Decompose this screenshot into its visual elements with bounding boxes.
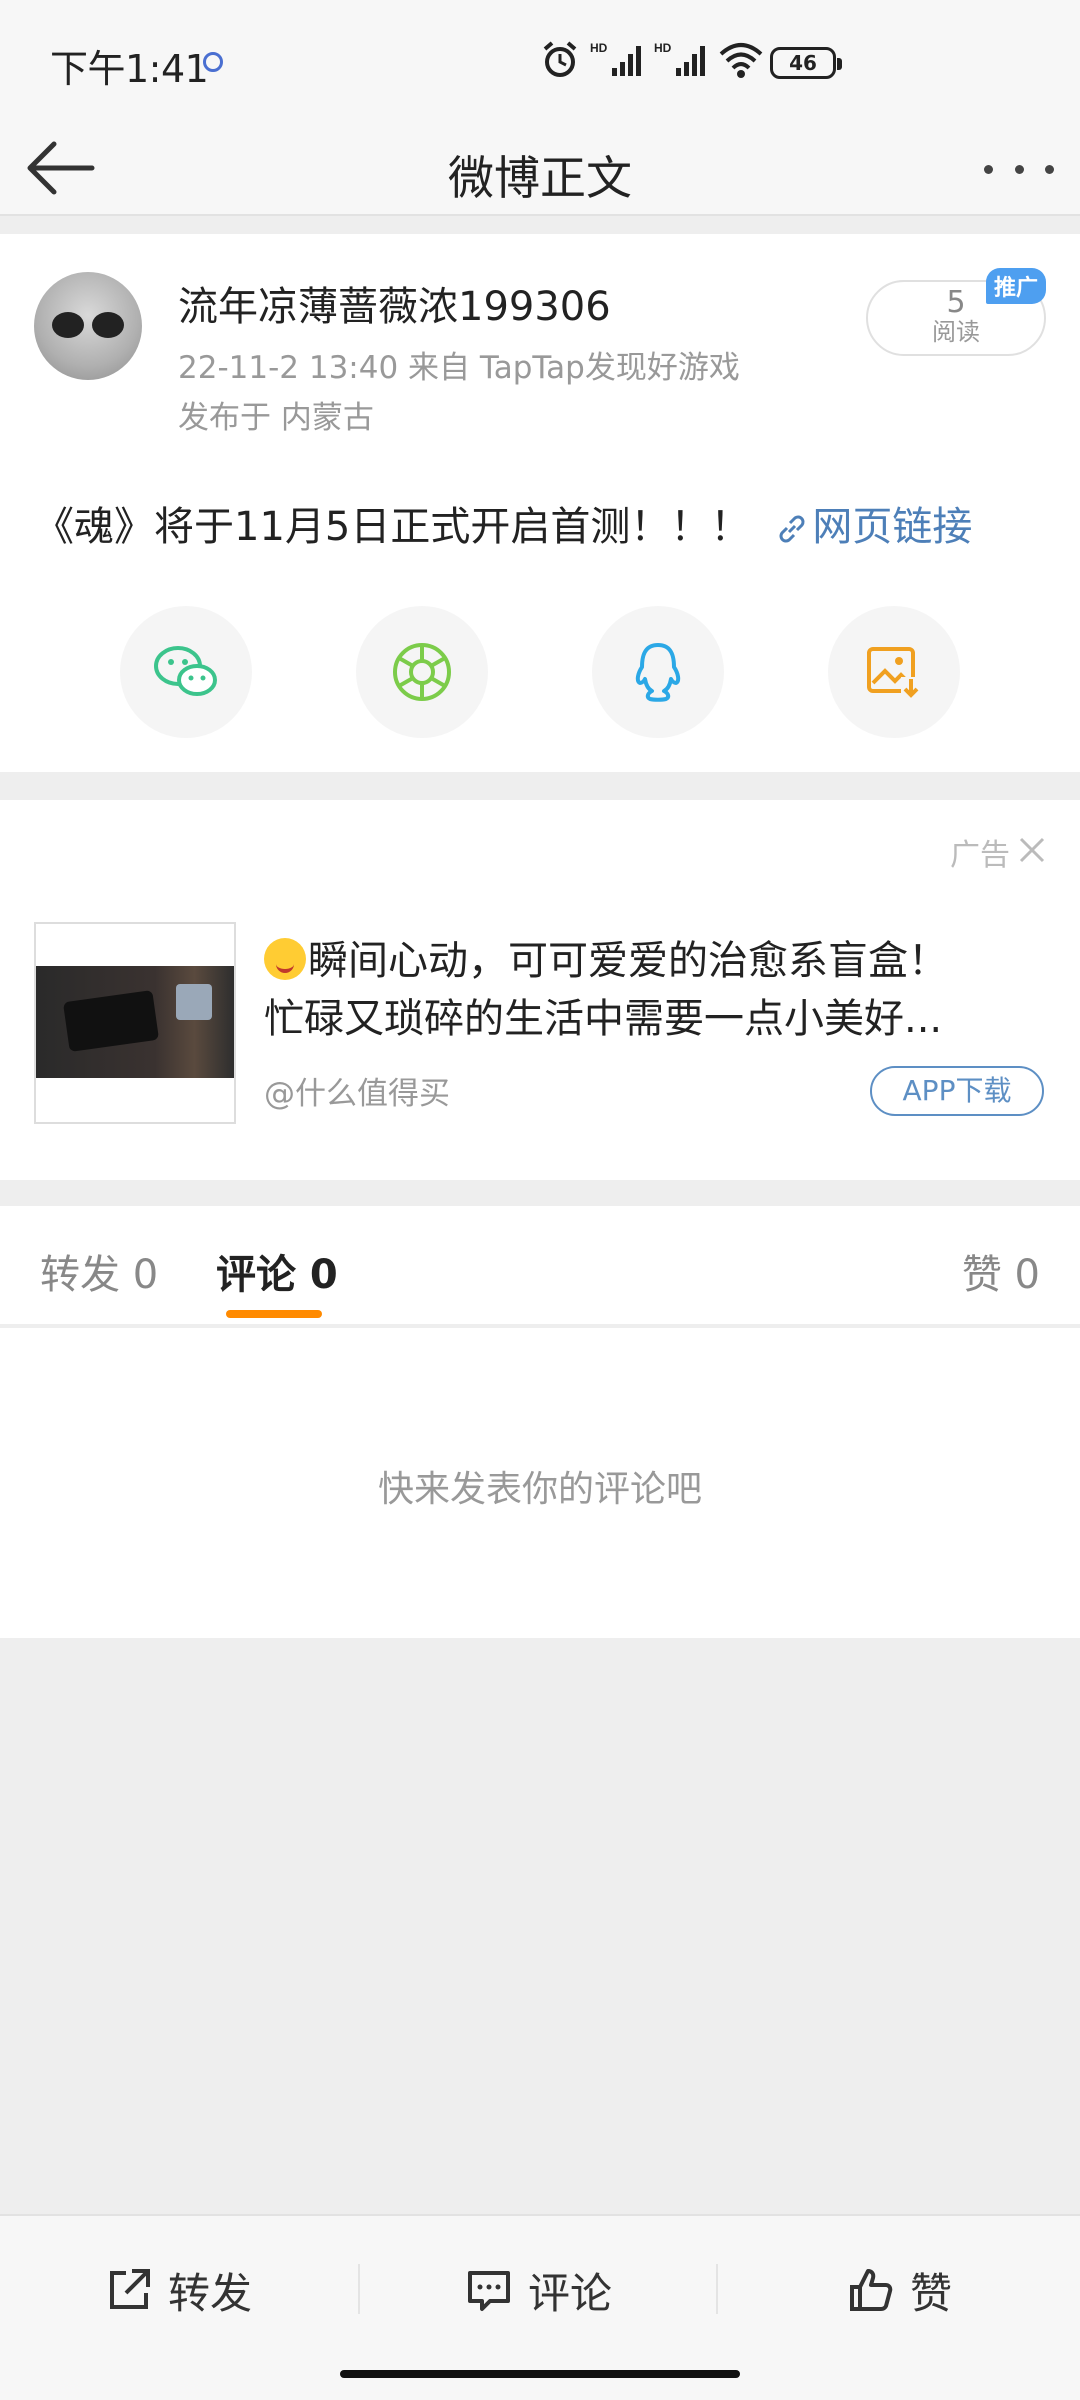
status-icons: HD HD bbox=[540, 40, 764, 80]
tab-like[interactable]: 赞 0 bbox=[962, 1242, 1040, 1300]
comment-icon bbox=[468, 2271, 510, 2311]
battery-icon: 46 bbox=[770, 47, 842, 79]
divider bbox=[716, 2264, 718, 2314]
thumbs-up-icon bbox=[850, 2269, 893, 2311]
comments-area: 快来发表你的评论吧 bbox=[0, 1328, 1080, 1638]
ad-title-line1: 瞬间心动，可可爱爱的治愈系盲盒！ bbox=[308, 938, 948, 984]
more-icon[interactable] bbox=[984, 154, 1054, 184]
link-icon bbox=[779, 515, 805, 543]
like-label: 赞 bbox=[910, 2268, 953, 2318]
wechat-icon bbox=[154, 646, 217, 696]
svg-text:HD: HD bbox=[654, 41, 672, 55]
top-nav-bar: 微博正文 bbox=[0, 120, 1080, 216]
ad-card[interactable]: 广告 瞬间心动，可可爱爱的治愈系盲盒！ 忙碌又琐碎的生活中需要一点小美好... … bbox=[0, 800, 1080, 1180]
status-bar: 下午1:41 HD HD 46 bbox=[0, 0, 1080, 120]
save-image-icon bbox=[867, 647, 921, 699]
ad-title-line2: 忙碌又琐碎的生活中需要一点小美好... bbox=[264, 996, 943, 1042]
hd-signal-icon: HD bbox=[590, 40, 644, 80]
alarm-icon bbox=[540, 40, 580, 80]
hd-signal-icon: HD bbox=[654, 40, 708, 80]
empty-comments-hint: 快来发表你的评论吧 bbox=[377, 1469, 702, 1510]
ad-label: 广告 bbox=[950, 838, 1010, 873]
share-moments-button[interactable] bbox=[356, 606, 488, 738]
ad-title[interactable]: 瞬间心动，可可爱爱的治愈系盲盒！ 忙碌又琐碎的生活中需要一点小美好... bbox=[264, 932, 1024, 1048]
comment-button[interactable]: 评论 bbox=[464, 2262, 612, 2318]
moments-icon bbox=[393, 643, 451, 701]
interaction-tabs: 转发 0 评论 0 赞 0 bbox=[0, 1206, 1080, 1326]
share-wechat-button[interactable] bbox=[120, 606, 252, 738]
battery-level: 46 bbox=[789, 51, 817, 75]
qq-icon bbox=[635, 643, 681, 702]
grinning-emoji-icon bbox=[264, 938, 306, 980]
post-text: 《魂》将于11月5日正式开启首测！！！ 网页链接 bbox=[34, 494, 972, 552]
share-qq-button[interactable] bbox=[592, 606, 724, 738]
tab-comment[interactable]: 评论 0 bbox=[216, 1242, 338, 1300]
post-body: 《魂》将于11月5日正式开启首测！！！ bbox=[34, 504, 751, 550]
tab-repost[interactable]: 转发 0 bbox=[40, 1242, 158, 1300]
post-location: 发布于 内蒙古 bbox=[178, 400, 374, 436]
username[interactable]: 流年凉薄蔷薇浓199306 bbox=[178, 274, 611, 332]
divider bbox=[358, 2264, 360, 2314]
active-tab-indicator bbox=[226, 1310, 322, 1318]
app-download-button[interactable]: APP下载 bbox=[870, 1066, 1044, 1116]
repost-label: 转发 bbox=[168, 2268, 253, 2318]
home-indicator[interactable] bbox=[340, 2370, 740, 2378]
share-out-icon bbox=[110, 2269, 150, 2309]
share-row bbox=[0, 606, 1080, 738]
like-button[interactable]: 赞 bbox=[846, 2262, 952, 2318]
ad-thumbnail[interactable] bbox=[34, 922, 236, 1124]
svg-text:HD: HD bbox=[590, 41, 608, 55]
read-label: 阅读 bbox=[932, 318, 980, 346]
post-card: 流年凉薄蔷薇浓199306 22-11-2 13:40 来自 TapTap发现好… bbox=[0, 234, 1080, 772]
close-icon[interactable] bbox=[1018, 836, 1046, 864]
comment-label: 评论 bbox=[528, 2268, 613, 2318]
avatar[interactable] bbox=[34, 272, 142, 380]
ad-source: @什么值得买 bbox=[264, 1076, 450, 1112]
web-link[interactable]: 网页链接 bbox=[812, 504, 972, 550]
notification-dot-icon bbox=[203, 52, 223, 72]
post-meta: 22-11-2 13:40 来自 TapTap发现好游戏 bbox=[178, 350, 740, 386]
page-title: 微博正文 bbox=[448, 151, 632, 205]
promo-tag: 推广 bbox=[986, 268, 1047, 304]
save-image-button[interactable] bbox=[828, 606, 960, 738]
wifi-icon bbox=[718, 40, 764, 80]
repost-button[interactable]: 转发 bbox=[104, 2262, 252, 2318]
status-time: 下午1:41 bbox=[50, 47, 209, 91]
